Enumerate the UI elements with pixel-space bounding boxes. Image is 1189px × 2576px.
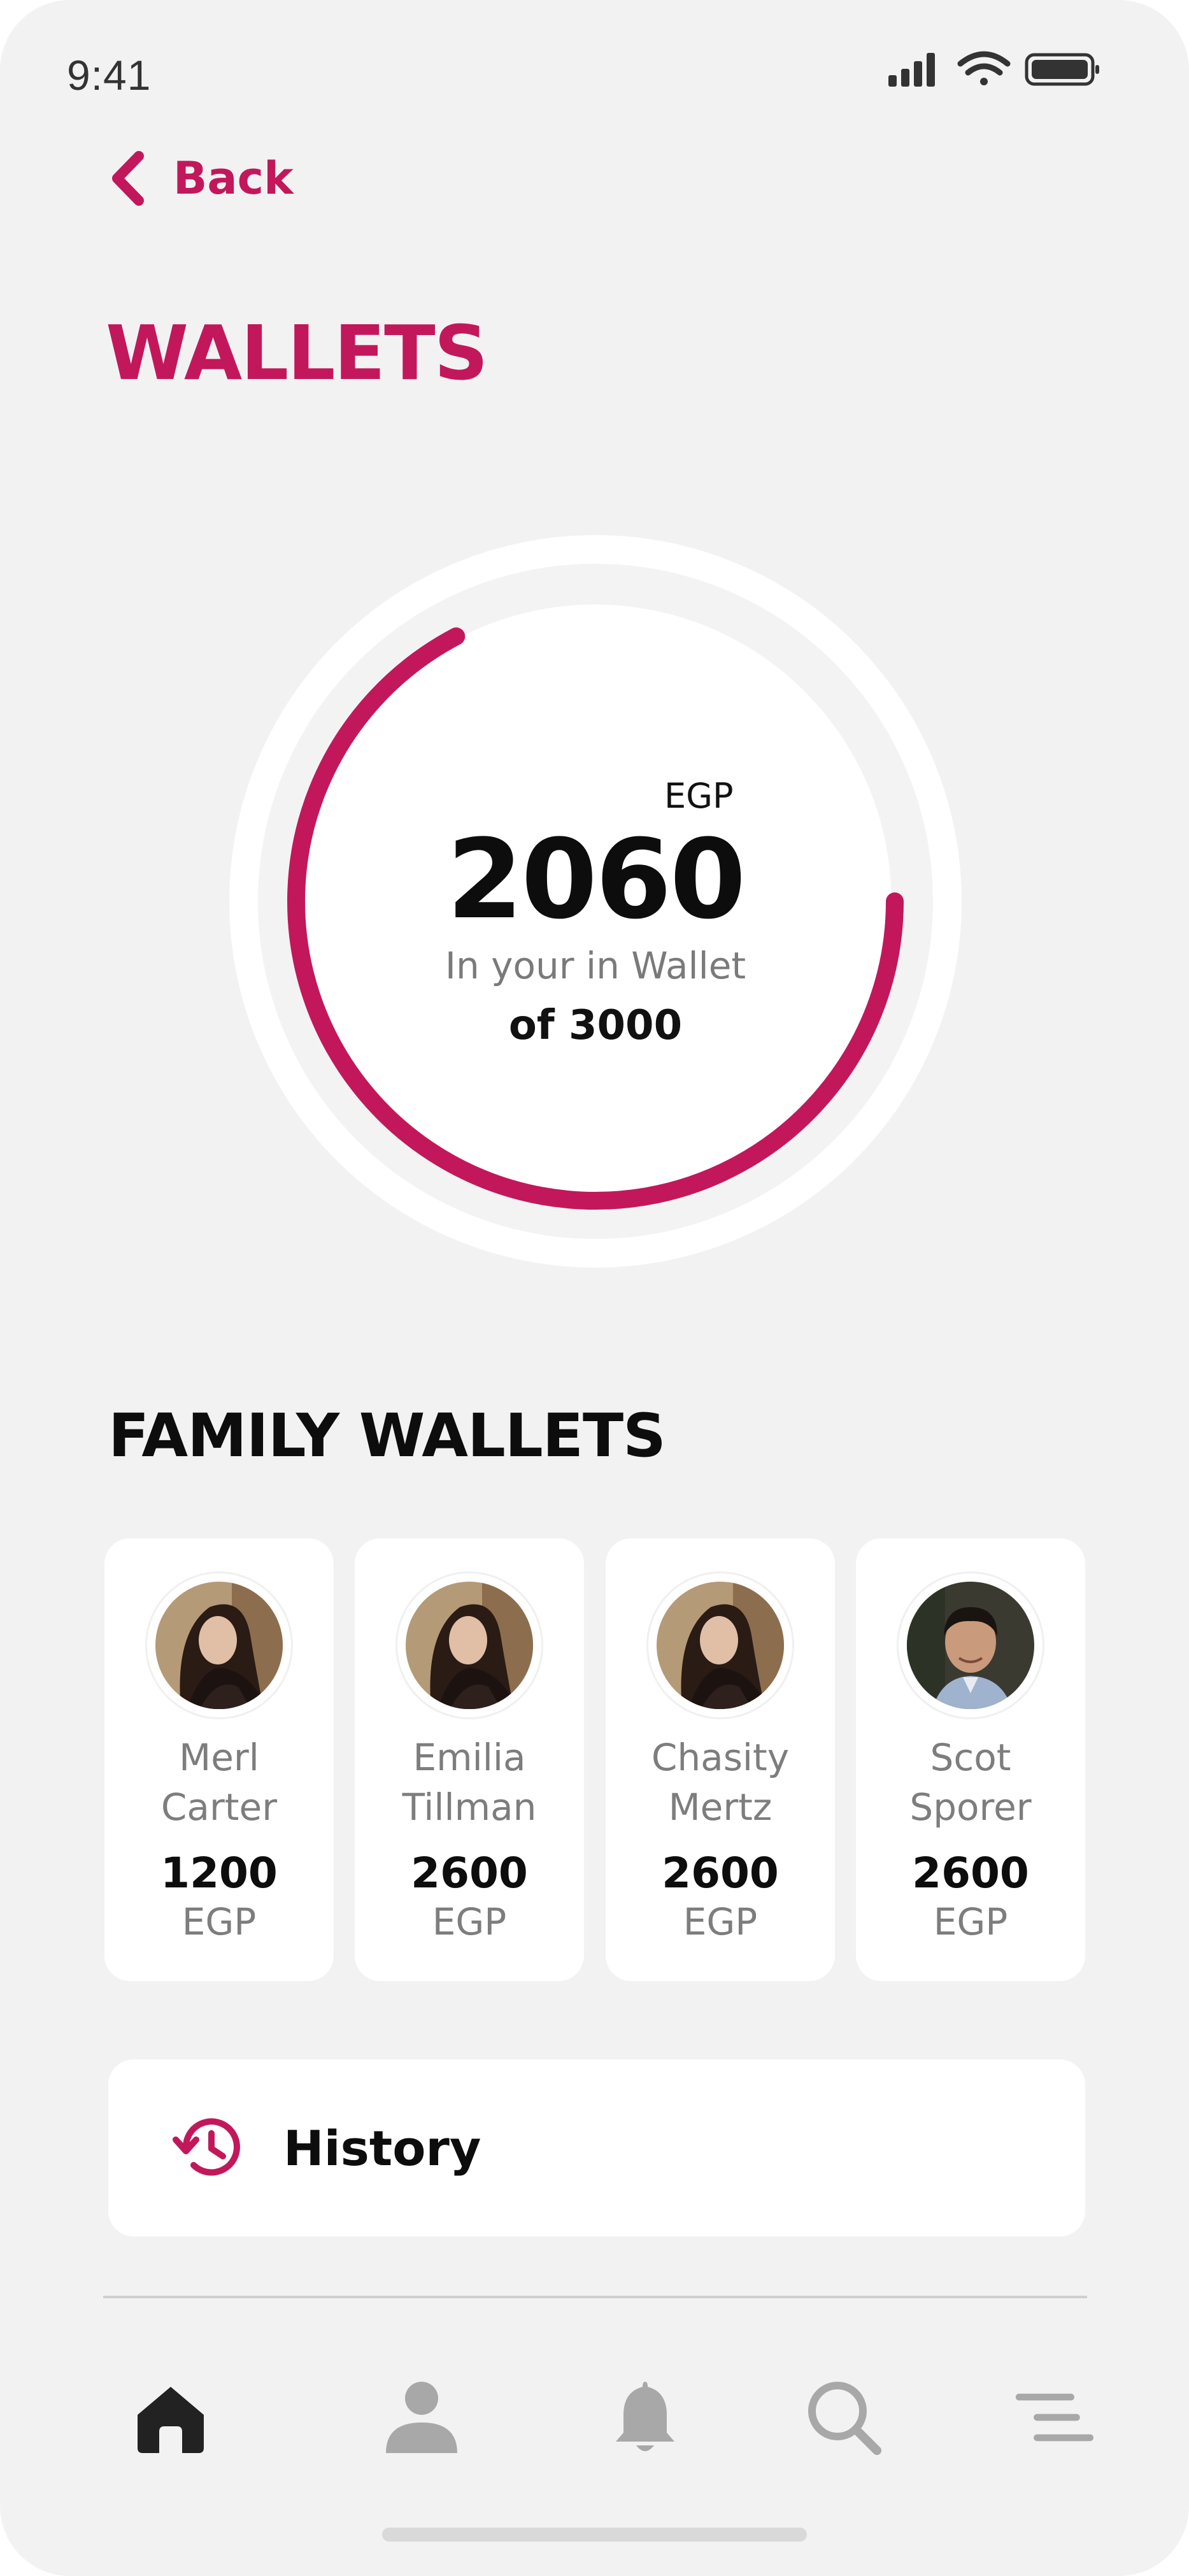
bell-icon [616,2382,674,2451]
tab-menu[interactable] [1009,2373,1099,2462]
back-button[interactable]: Back [108,150,294,207]
member-currency: EGP [432,1900,507,1943]
member-name: Merl Carter [160,1736,278,1829]
tab-profile[interactable] [377,2373,466,2462]
tab-search[interactable] [799,2373,888,2462]
member-currency: EGP [182,1900,257,1943]
member-amount: 2600 [912,1849,1029,1898]
back-label: Back [173,152,294,204]
avatar [147,1573,291,1717]
tab-home[interactable] [126,2373,215,2462]
member-amount: 2600 [662,1849,779,1898]
member-amount: 2600 [411,1849,528,1898]
wallet-currency: EGP [664,776,734,816]
member-currency: EGP [933,1900,1008,1943]
avatar-man-image [907,1582,1034,1709]
chevron-left-icon [112,151,144,206]
signal-icon [888,53,935,87]
wallet-subtitle: In your in Wallet [445,944,746,987]
member-name: Emilia Tillman [402,1736,537,1829]
member-currency: EGP [683,1900,758,1943]
member-name: Scot Sporer [909,1736,1032,1829]
phone-screen: 9:41 Back WALLETS EGP 2060 In your in Wa… [0,0,1189,2576]
member-amount: 1200 [160,1849,278,1898]
home-indicator [382,2528,807,2542]
wallet-amount: 2060 [446,815,746,943]
divider [103,2296,1087,2298]
avatar-woman-image [406,1582,533,1709]
tab-notifications[interactable] [601,2373,690,2462]
page-title: WALLETS [106,309,488,397]
history-label: History [283,2120,481,2177]
family-member-card[interactable]: Scot Sporer 2600 EGP [856,1538,1085,1981]
status-icons [888,51,1099,87]
wallet-limit: of 3000 [508,1002,683,1049]
history-icon [173,2118,240,2176]
wifi-icon [957,51,1011,85]
avatar-woman-image [657,1582,784,1709]
family-member-card[interactable]: Merl Carter 1200 EGP [104,1538,334,1981]
avatar [899,1573,1043,1717]
avatar-woman-image [155,1582,283,1709]
family-wallet-list: Merl Carter 1200 EGP Emilia Tillman 2600 E… [104,1538,1085,1981]
search-icon [808,2382,881,2455]
family-wallets-title: FAMILY WALLETS [108,1401,666,1471]
menu-icon [1015,2393,1093,2442]
battery-icon [1025,53,1099,86]
avatar [648,1573,792,1717]
avatar [397,1573,541,1717]
family-member-card[interactable]: Emilia Tillman 2600 EGP [355,1538,584,1981]
member-name: Chasity Mertz [651,1736,790,1829]
user-icon [386,2382,457,2453]
status-time: 9:41 [67,52,152,99]
history-button[interactable]: History [108,2059,1085,2236]
family-member-card[interactable]: Chasity Mertz 2600 EGP [606,1538,835,1981]
home-icon [138,2387,204,2453]
